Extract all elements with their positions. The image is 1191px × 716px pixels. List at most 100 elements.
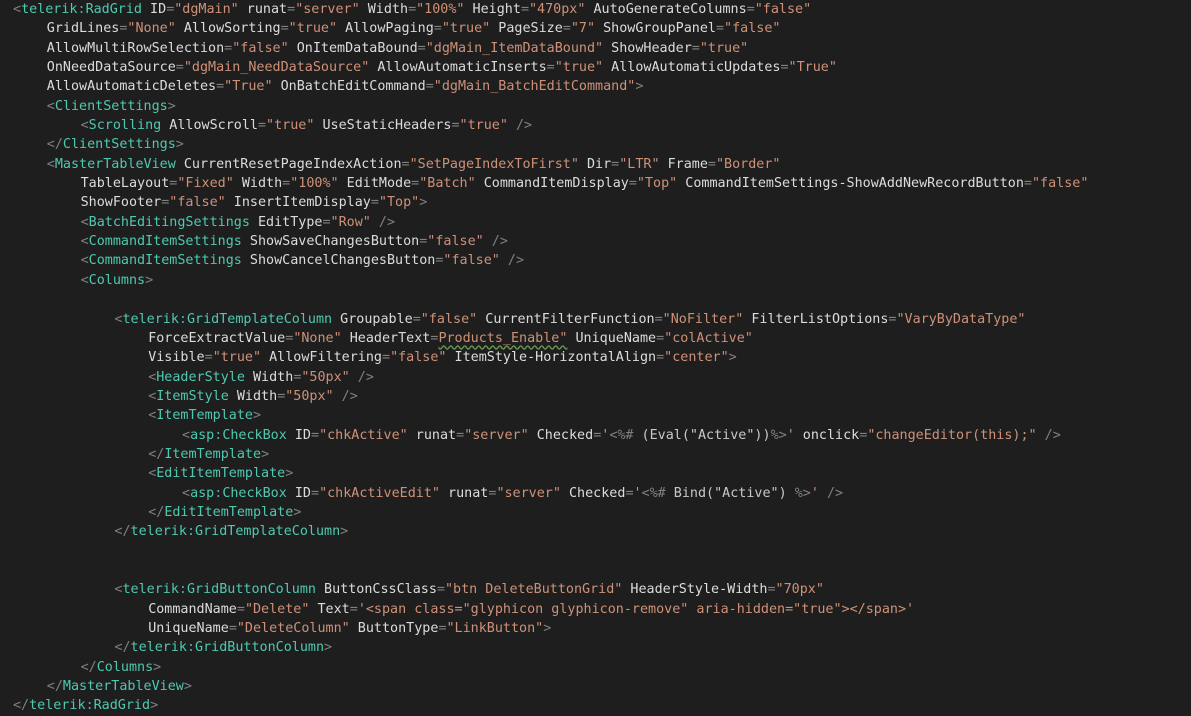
code-line[interactable]: </EditItemTemplate> [0, 503, 1191, 522]
code-line[interactable]: <telerik:GridButtonColumn ButtonCssClass… [0, 580, 1191, 599]
code-token: ' [810, 485, 819, 501]
code-token: </ [13, 698, 30, 714]
code-token: InsertItemDisplay [225, 195, 371, 211]
code-token: "100%" [290, 176, 339, 192]
code-token: ItemTemplate [156, 408, 253, 424]
code-token: AllowPaging [337, 21, 434, 37]
code-line[interactable]: </telerik:GridButtonColumn> [0, 638, 1191, 657]
code-token: ShowFooter [80, 195, 162, 211]
code-line[interactable]: <asp:CheckBox ID="chkActive" runat="serv… [0, 426, 1191, 445]
code-line[interactable]: <telerik:RadGrid ID="dgMain" runat="serv… [0, 0, 1191, 19]
code-token: "True" [224, 79, 273, 95]
code-token: > [285, 466, 294, 482]
code-line[interactable] [0, 542, 1191, 561]
code-token: GridButtonColumn [195, 640, 325, 656]
code-editor[interactable]: <telerik:RadGrid ID="dgMain" runat="serv… [0, 0, 1191, 713]
code-token: = [1023, 176, 1032, 192]
code-line[interactable]: ShowFooter="false" InsertItemDisplay="To… [0, 193, 1191, 212]
code-line[interactable]: <ItemTemplate> [0, 406, 1191, 425]
code-token: = [767, 582, 776, 598]
code-token: = [707, 156, 716, 172]
code-line[interactable]: </Columns> [0, 658, 1191, 677]
code-line[interactable]: GridLines="None" AllowSorting="true" All… [0, 19, 1191, 38]
code-line[interactable]: UniqueName="DeleteColumn" ButtonType="Li… [0, 619, 1191, 638]
code-line[interactable] [0, 561, 1191, 580]
code-line[interactable]: <asp:CheckBox ID="chkActiveEdit" runat="… [0, 484, 1191, 503]
code-token: = [322, 214, 331, 230]
code-line[interactable]: </ItemTemplate> [0, 445, 1191, 464]
code-token: = [216, 79, 225, 95]
code-token: EditType [249, 214, 323, 230]
code-token: = [520, 2, 529, 17]
code-line[interactable]: <Columns> [0, 271, 1191, 290]
code-line[interactable]: Visible="true" AllowFiltering="false" It… [0, 348, 1191, 367]
code-line[interactable]: TableLayout="Fixed" Width="100%" EditMod… [0, 174, 1191, 193]
code-token: telerik [122, 582, 179, 598]
code-token: "dgMain_ItemDataBound" [425, 40, 604, 56]
code-token: = [425, 79, 434, 95]
code-token: "Border" [715, 156, 781, 172]
code-token: "false" [724, 21, 781, 37]
code-line[interactable]: <BatchEditingSettings EditType="Row" /> [0, 213, 1191, 232]
code-line[interactable]: AllowMultiRowSelection = "false" OnItemDat… [0, 39, 1191, 58]
code-token: "SetPageIndexToFirst" [409, 156, 579, 172]
code-token: %> [794, 485, 811, 501]
code-token: /> [483, 234, 508, 250]
code-token: TableLayout [80, 176, 170, 192]
code-token: "colActive" [664, 330, 753, 346]
code-line[interactable]: <MasterTableView CurrentResetPageIndexAc… [0, 155, 1191, 174]
code-token: "Top" [636, 176, 678, 192]
code-token: = [382, 350, 391, 366]
code-line[interactable]: <Scrolling AllowScroll="true" UseStaticH… [0, 116, 1191, 135]
code-line[interactable]: <HeaderStyle Width="50px" /> [0, 368, 1191, 387]
code-token: = [417, 40, 426, 56]
code-line[interactable]: CommandName="Delete" Text='<span class="… [0, 600, 1191, 619]
code-token: < [80, 272, 89, 288]
code-token: = [257, 118, 267, 134]
code-line[interactable]: <telerik:GridTemplateColumn Groupable="f… [0, 310, 1191, 329]
code-line[interactable]: <CommandItemSettings ShowCancelChangesBu… [0, 251, 1191, 270]
code-line[interactable]: </telerik:GridTemplateColumn> [0, 522, 1191, 541]
code-token: Visible [148, 350, 205, 366]
code-line[interactable]: <ItemStyle Width="50px" /> [0, 387, 1191, 406]
code-token: = [562, 21, 571, 37]
code-line[interactable]: </MasterTableView> [0, 677, 1191, 696]
code-token: GridTemplateColumn [186, 311, 333, 327]
code-token: > [261, 446, 270, 462]
code-token: > [150, 698, 159, 714]
code-token: > [153, 659, 162, 675]
code-token: : [186, 524, 196, 540]
code-token: Groupable [332, 311, 413, 327]
code-token: Width [233, 176, 283, 192]
code-token: CommandName [148, 601, 237, 617]
code-token: ' [786, 427, 795, 443]
code-token: "VaryByDataType" [896, 311, 1026, 327]
code-line[interactable] [0, 290, 1191, 309]
code-line[interactable]: <EditItemTemplate> [0, 464, 1191, 483]
code-token: AllowAutomaticUpdates [603, 60, 781, 76]
code-token: GridLines [46, 21, 120, 37]
code-token: ItemStyle-HorizontalAlign [446, 350, 657, 366]
code-token: CommandItemSettings [88, 234, 242, 250]
code-token: "true" [212, 350, 262, 366]
code-line[interactable]: ForceExtractValue="None" HeaderText=Prod… [0, 329, 1191, 348]
code-token: = [282, 176, 291, 192]
code-token: HeaderStyle [156, 369, 245, 385]
code-line[interactable]: AllowAutomaticDeletes="True" OnBatchEdit… [0, 77, 1191, 96]
code-token: CheckBox [222, 427, 287, 443]
code-token: : [178, 582, 187, 598]
code-token: < [80, 234, 89, 250]
code-token: = [412, 311, 421, 327]
code-token: AutoGenerateColumns [585, 2, 747, 17]
code-line[interactable]: <ClientSettings> [0, 97, 1191, 116]
code-token: = [456, 427, 465, 443]
code-line[interactable]: </ClientSettings> [0, 135, 1191, 154]
code-token: Products_Enable" [438, 330, 568, 346]
code-token: EditItemTemplate [164, 504, 294, 520]
code-token: > [145, 272, 154, 288]
code-token: '<span class="glyphicon glyphicon-remove… [357, 601, 915, 617]
code-line[interactable]: <CommandItemSettings ShowSaveChangesButt… [0, 232, 1191, 251]
code-token: "false" [390, 350, 447, 366]
code-token: > [419, 195, 428, 211]
code-line[interactable]: OnNeedDataSource="dgMain_NeedDataSource"… [0, 58, 1191, 77]
